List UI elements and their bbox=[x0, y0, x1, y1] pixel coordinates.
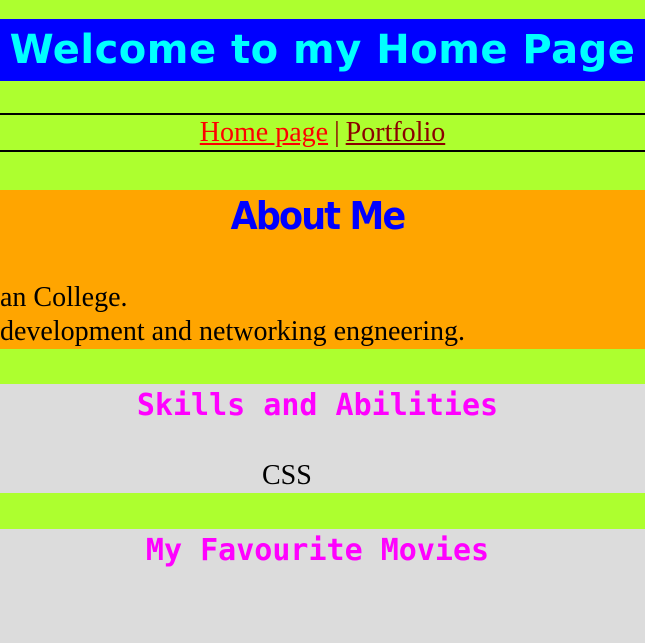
about-section: About Me an College. development and net… bbox=[0, 190, 645, 349]
header-banner: Welcome to my Home Page bbox=[0, 19, 645, 81]
page: Welcome to my Home Page Home page | Port… bbox=[0, 0, 645, 643]
skills-section: Skills and Abilities CSS bbox=[0, 384, 645, 493]
skill-item: CSS bbox=[262, 460, 312, 491]
nav-separator: | bbox=[334, 116, 340, 148]
home-page-link[interactable]: Home page bbox=[200, 117, 328, 149]
about-text-line-1: an College. bbox=[0, 282, 128, 313]
skills-heading: Skills and Abilities bbox=[136, 388, 499, 423]
movies-section: My Favourite Movies bbox=[0, 529, 645, 643]
page-title: Welcome to my Home Page bbox=[9, 27, 636, 73]
about-heading: About Me bbox=[230, 194, 407, 238]
portfolio-link[interactable]: Portfolio bbox=[346, 117, 446, 149]
about-text-line-2: development and networking engneering. bbox=[0, 316, 465, 347]
movies-heading: My Favourite Movies bbox=[145, 533, 490, 568]
nav-bar: Home page | Portfolio bbox=[0, 113, 645, 152]
